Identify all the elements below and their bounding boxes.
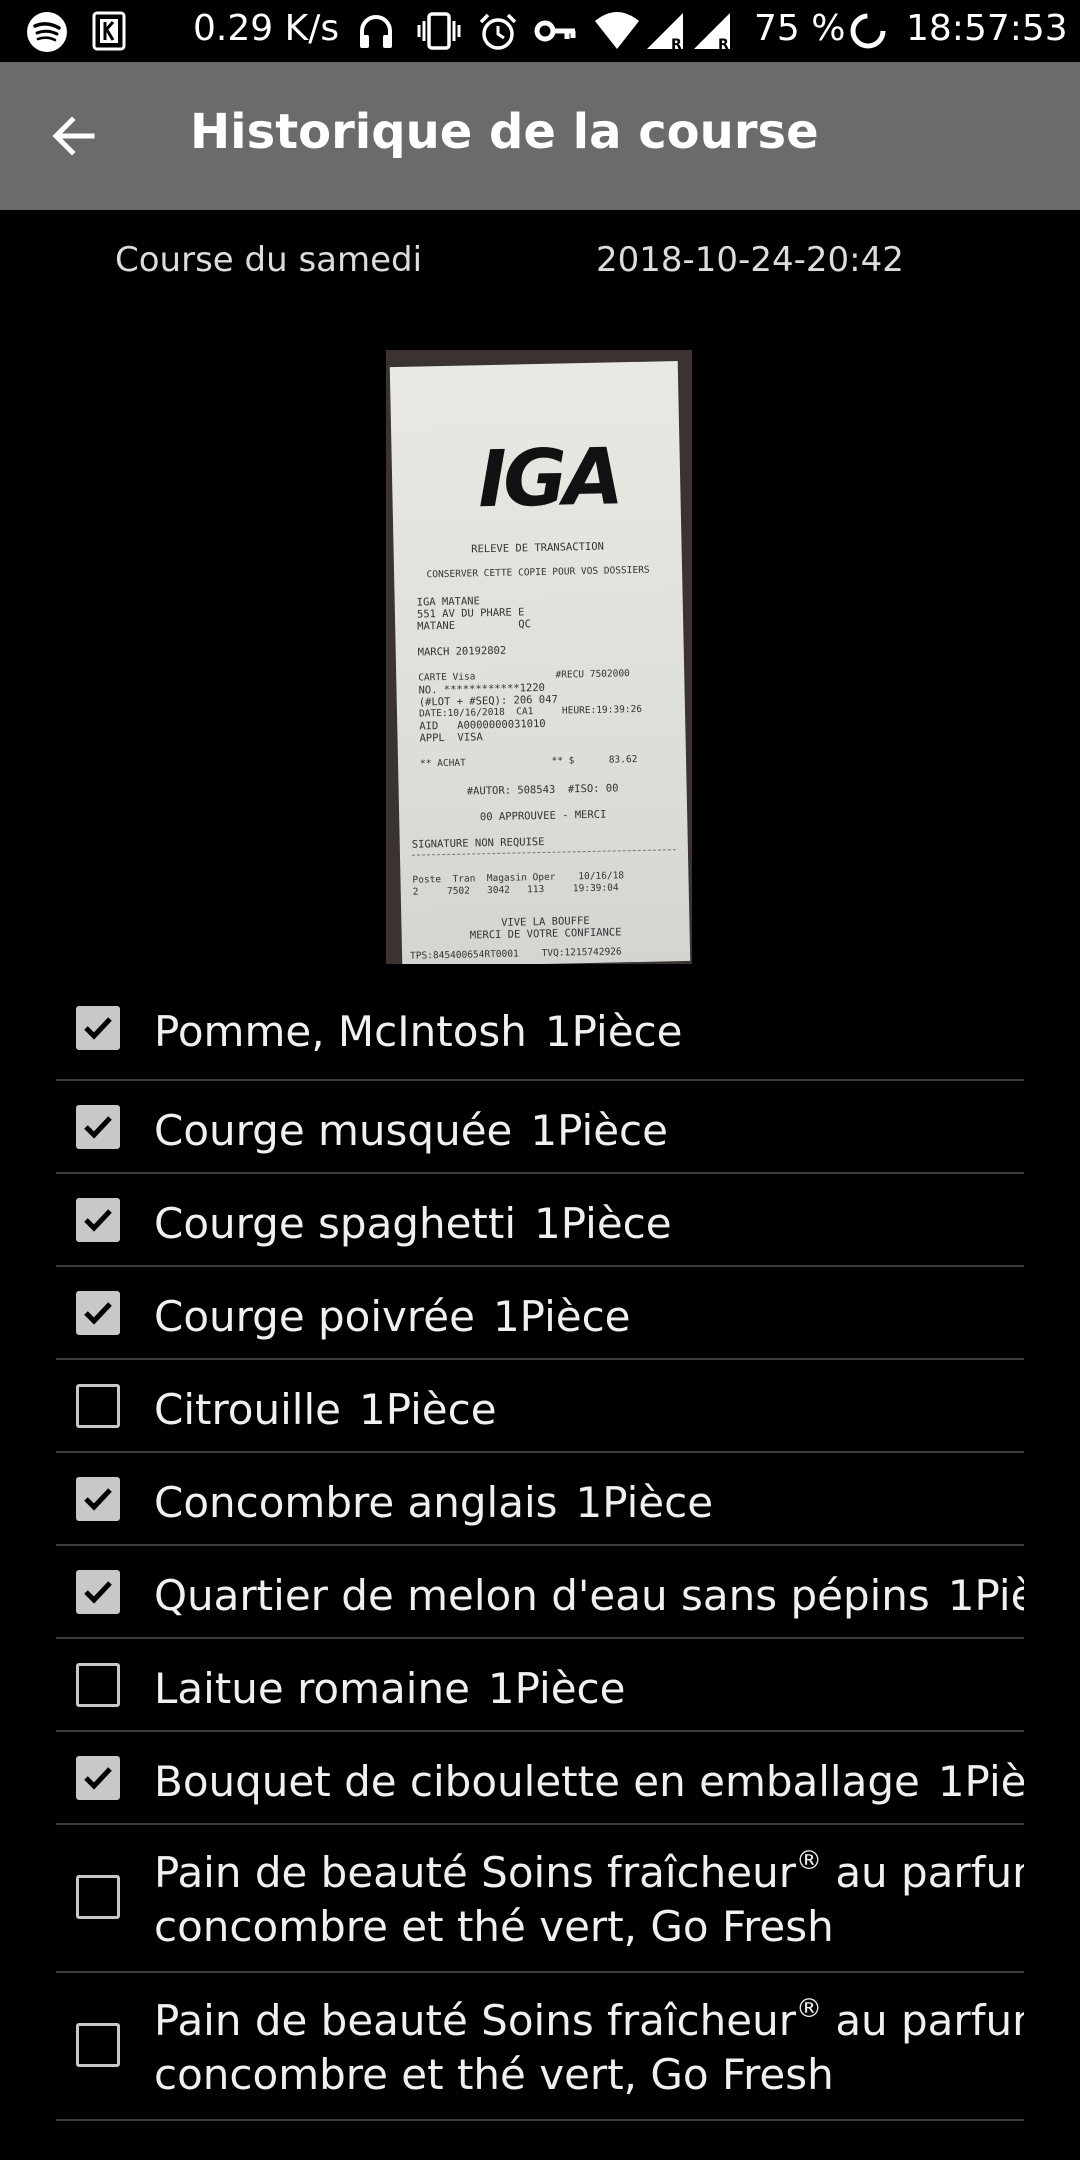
receipt-line: MATANE QC bbox=[417, 618, 532, 633]
list-item[interactable]: Pain de beauté Soins fraîcheur® au parfu… bbox=[56, 1825, 1024, 1973]
item-name: Courge spaghetti bbox=[154, 1199, 517, 1248]
list-item[interactable]: Courge poivrée 1Pièce bbox=[56, 1267, 1024, 1360]
key-icon bbox=[533, 11, 579, 51]
checkbox[interactable] bbox=[76, 1477, 120, 1521]
item-label-line2: concombre et thé vert, Go Fresh bbox=[154, 2050, 834, 2099]
item-name-line1: Pain de beauté Soins fraîcheur bbox=[154, 1996, 796, 2045]
clock: 18:57:53 bbox=[906, 8, 1068, 49]
item-label: Courge musquée 1Pièce bbox=[154, 1103, 1024, 1159]
item-label: Courge spaghetti 1Pièce bbox=[154, 1196, 1024, 1252]
list-item[interactable]: Pain de beauté Soins fraîcheur® au parfu… bbox=[56, 1973, 1024, 2121]
item-label: Concombre anglais 1Pièce bbox=[154, 1475, 1024, 1531]
page-title: Historique de la course bbox=[190, 104, 819, 160]
svg-text:R: R bbox=[671, 37, 682, 51]
item-quantity: 1Pièce bbox=[487, 1664, 626, 1713]
item-name: Pomme, McIntosh bbox=[154, 1007, 527, 1056]
checkbox[interactable] bbox=[76, 1198, 120, 1242]
checkbox[interactable] bbox=[76, 1384, 120, 1428]
item-name: Bouquet de ciboulette en emballage bbox=[154, 1757, 920, 1806]
receipt-line: RELEVE DE TRANSACTION bbox=[471, 540, 605, 556]
battery-percent: 75 % bbox=[754, 8, 846, 49]
item-name: Laitue romaine bbox=[154, 1664, 470, 1713]
list-item[interactable]: Bouquet de ciboulette en emballage 1Pièce bbox=[56, 1732, 1024, 1825]
checkbox[interactable] bbox=[76, 1875, 120, 1919]
receipt-photo[interactable]: IGA RELEVE DE TRANSACTION CONSERVER CETT… bbox=[386, 350, 692, 964]
arrow-left-icon[interactable] bbox=[44, 106, 104, 166]
item-quantity: 1Pièce bbox=[544, 1007, 683, 1056]
item-name-line1: Pain de beauté Soins fraîcheur bbox=[154, 1848, 796, 1897]
receipt-line: #AUTOR: 508543 #ISO: 00 bbox=[466, 782, 619, 798]
battery-saver-icon bbox=[848, 11, 888, 51]
receipt-line: SIGNATURE NON REQUISE bbox=[411, 835, 545, 851]
k-app-icon bbox=[92, 11, 126, 51]
item-label: Pomme, McIntosh 1Pièce bbox=[154, 1004, 1024, 1060]
item-name: Courge musquée bbox=[154, 1106, 513, 1155]
list-item[interactable]: Quartier de melon d'eau sans pépins 1Pièc… bbox=[56, 1546, 1024, 1639]
list-item[interactable]: Concombre anglais 1Pièce bbox=[56, 1453, 1024, 1546]
list-item[interactable]: Courge musquée 1Pièce bbox=[56, 1081, 1024, 1174]
item-name-line1-end: au parfum bbox=[835, 1848, 1024, 1897]
checkbox[interactable] bbox=[76, 1756, 120, 1800]
receipt-line: TPS:845400654RT0001 TVQ:1215742926 bbox=[409, 946, 622, 962]
list-item[interactable]: Citrouille 1Pièce bbox=[56, 1360, 1024, 1453]
item-name-line1-end: au parfum bbox=[835, 1996, 1024, 2045]
course-date: 2018-10-24-20:42 bbox=[596, 240, 904, 280]
item-label-line2: concombre et thé vert, Go Fresh bbox=[154, 1902, 834, 1951]
alarm-icon bbox=[477, 11, 519, 53]
checkbox[interactable] bbox=[76, 2023, 120, 2067]
receipt-divider bbox=[411, 849, 676, 856]
svg-text:R: R bbox=[718, 37, 729, 51]
registered-mark: ® bbox=[795, 1846, 822, 1876]
receipt-line: MARCH 20192802 bbox=[417, 644, 507, 659]
item-quantity: 1Pièce bbox=[358, 1385, 497, 1434]
receipt-paper: IGA RELEVE DE TRANSACTION CONSERVER CETT… bbox=[389, 361, 691, 964]
list-item[interactable]: Pomme, McIntosh 1Pièce bbox=[56, 988, 1024, 1081]
signal-icon: R bbox=[645, 11, 687, 51]
network-speed: 0.29 K/s bbox=[193, 8, 340, 49]
item-name: Concombre anglais bbox=[154, 1478, 558, 1527]
item-quantity: 1Pièce bbox=[937, 1757, 1024, 1806]
app-bar: Historique de la course bbox=[0, 62, 1080, 210]
receipt-line: 00 APPROUVEE - MERCI bbox=[479, 808, 607, 824]
item-label: Bouquet de ciboulette en emballage 1Pièce bbox=[154, 1754, 1024, 1810]
item-list: Pomme, McIntosh 1Pièce Courge musquée 1Piè… bbox=[56, 988, 1024, 2121]
item-quantity: 1Pièce bbox=[575, 1478, 714, 1527]
course-name: Course du samedi bbox=[115, 240, 423, 280]
status-bar: 0.29 K/s R R 75 % 18:57:53 bbox=[0, 0, 1080, 62]
list-item[interactable]: Laitue romaine 1Pièce bbox=[56, 1639, 1024, 1732]
receipt-line: ** ACHAT ** $ 83.62 bbox=[419, 753, 638, 770]
iga-logo: IGA bbox=[477, 432, 621, 526]
item-quantity: 1Pièce bbox=[947, 1571, 1024, 1620]
wifi-icon bbox=[594, 11, 640, 51]
item-name: Citrouille bbox=[154, 1385, 341, 1434]
checkbox[interactable] bbox=[76, 1570, 120, 1614]
item-label: Courge poivrée 1Pièce bbox=[154, 1289, 1024, 1345]
vibrate-icon bbox=[416, 11, 462, 51]
registered-mark: ® bbox=[795, 1994, 822, 2024]
receipt-line: APPL VISA bbox=[419, 731, 483, 745]
receipt-line: CONSERVER CETTE COPIE POUR VOS DOSSIERS bbox=[426, 564, 650, 581]
spotify-icon bbox=[26, 11, 68, 53]
headphones-icon bbox=[356, 11, 396, 51]
list-item[interactable]: Courge spaghetti 1Pièce bbox=[56, 1174, 1024, 1267]
checkbox[interactable] bbox=[76, 1291, 120, 1335]
signal-icon: R bbox=[692, 11, 734, 51]
item-name: Courge poivrée bbox=[154, 1292, 475, 1341]
item-name: Quartier de melon d'eau sans pépins bbox=[154, 1571, 930, 1620]
item-quantity: 1Pièce bbox=[534, 1199, 672, 1248]
item-label: Quartier de melon d'eau sans pépins 1Pièc… bbox=[154, 1568, 1024, 1624]
item-label: Pain de beauté Soins fraîcheur® au parfu… bbox=[154, 1845, 1024, 1901]
item-label: Citrouille 1Pièce bbox=[154, 1382, 1024, 1438]
item-quantity: 1Pièce bbox=[492, 1292, 631, 1341]
checkbox[interactable] bbox=[76, 1006, 120, 1050]
checkbox[interactable] bbox=[76, 1663, 120, 1707]
item-label: Pain de beauté Soins fraîcheur® au parfu… bbox=[154, 1993, 1024, 2049]
item-quantity: 1Pièce bbox=[530, 1106, 668, 1155]
checkbox[interactable] bbox=[76, 1105, 120, 1149]
item-label: Laitue romaine 1Pièce bbox=[154, 1661, 1024, 1717]
